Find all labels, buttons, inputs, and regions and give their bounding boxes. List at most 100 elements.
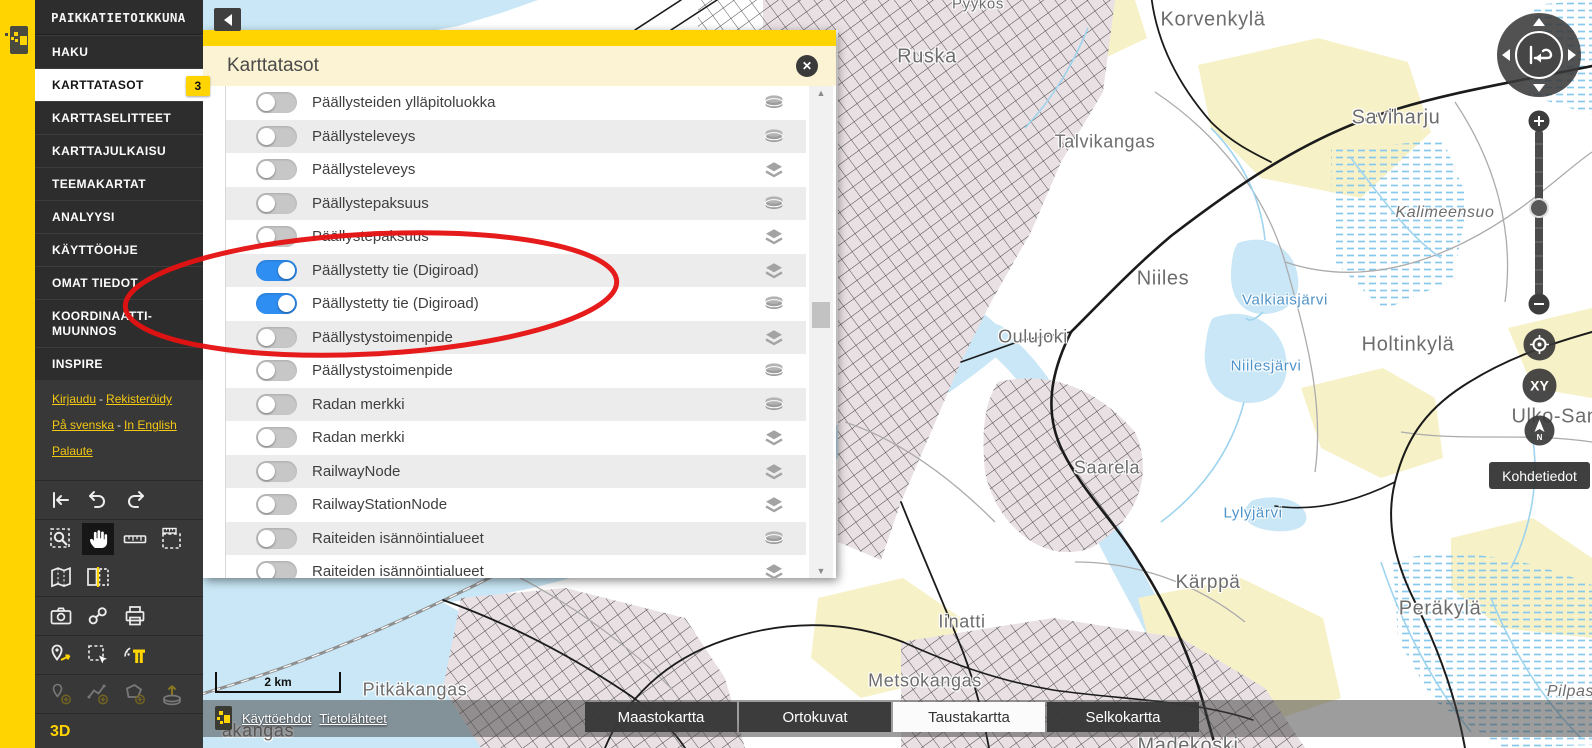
sidebar-item-omat-tiedot[interactable]: OMAT TIEDOT xyxy=(35,266,203,299)
sidebar-item-karttajulkaisu[interactable]: KARTTAJULKAISU xyxy=(35,134,203,167)
layer-toggle-off[interactable] xyxy=(256,528,297,549)
tool-group xyxy=(35,520,203,597)
layer-label: Raiteiden isännöintialueet xyxy=(312,563,764,578)
layer-label: Päällystystoimenpide xyxy=(312,362,764,379)
sidebar-item-analyysi[interactable]: ANALYYSI xyxy=(35,200,203,233)
map-area[interactable]: PyykösKorvenkyläRuskaSaviharjuTalvikanga… xyxy=(203,0,1592,748)
layer-toggle-off[interactable] xyxy=(256,226,297,247)
redo-tool[interactable] xyxy=(123,488,147,512)
terms-link[interactable]: Käyttöehdot xyxy=(242,711,311,726)
close-panel-button[interactable]: ✕ xyxy=(796,55,818,77)
undo-tool[interactable] xyxy=(86,488,110,512)
data-sources-link[interactable]: Tietolähteet xyxy=(319,711,386,726)
panel-scrollbar[interactable]: ▲ ▼ xyxy=(809,86,833,578)
layer-toggle-off[interactable] xyxy=(256,327,297,348)
select-features-tool[interactable] xyxy=(86,643,110,667)
scroll-up-icon[interactable]: ▲ xyxy=(809,86,833,100)
draw-line-icon xyxy=(86,682,110,706)
layer-row: Päällysteleveys xyxy=(226,153,806,187)
share-link-tool[interactable] xyxy=(86,604,110,628)
layer-toggle-off[interactable] xyxy=(256,427,297,448)
cylinder-layer-icon[interactable] xyxy=(764,195,784,212)
split-view-tool[interactable] xyxy=(86,565,110,589)
tool-group xyxy=(35,675,203,714)
collapse-panel-button[interactable] xyxy=(214,8,241,31)
layers-layer-icon[interactable] xyxy=(764,262,784,279)
layer-toggle-off[interactable] xyxy=(256,92,297,113)
layer-toggle-off[interactable] xyxy=(256,360,297,381)
scrollbar-thumb[interactable] xyxy=(812,302,830,328)
layers-layer-icon[interactable] xyxy=(764,329,784,346)
sidebar-item-k-ytt-ohje[interactable]: KÄYTTÖOHJE xyxy=(35,233,203,266)
pan-hand-tool[interactable] xyxy=(86,527,110,551)
layers-layer-icon[interactable] xyxy=(764,161,784,178)
compass-button[interactable]: N xyxy=(1524,415,1555,446)
my-location-button[interactable] xyxy=(1523,328,1556,361)
measure-distance-icon xyxy=(123,527,147,551)
zoom-slider-handle[interactable] xyxy=(1530,199,1548,217)
layer-toggle-off[interactable] xyxy=(256,394,297,415)
layer-row: Päällystepaksuus xyxy=(226,187,806,221)
layers-layer-icon[interactable] xyxy=(764,496,784,513)
layers-layer-icon[interactable] xyxy=(764,563,784,578)
cylinder-layer-icon[interactable] xyxy=(764,94,784,111)
login-link[interactable]: Kirjaudu xyxy=(52,392,96,406)
add-marker-tool[interactable] xyxy=(49,643,73,667)
map-place-label: Kärppä xyxy=(1176,572,1241,594)
sidebar-item-karttaselitteet[interactable]: KARTTASELITTEET xyxy=(35,101,203,134)
layer-label: Päällysteleveys xyxy=(312,161,764,178)
zoom-box-tool[interactable] xyxy=(49,527,73,551)
layers-layer-icon[interactable] xyxy=(764,228,784,245)
cylinder-layer-icon[interactable] xyxy=(764,530,784,547)
map-view-tool[interactable] xyxy=(49,565,73,589)
cylinder-layer-icon[interactable] xyxy=(764,362,784,379)
map-place-label: Pyykös xyxy=(952,0,1004,13)
measure-area-tool[interactable] xyxy=(160,527,184,551)
draw-area-icon xyxy=(123,682,147,706)
measure-distance-tool[interactable] xyxy=(123,527,147,551)
layer-toggle-off[interactable] xyxy=(256,193,297,214)
layers-layer-icon[interactable] xyxy=(764,463,784,480)
basemap-button-taustakartta[interactable]: Taustakartta xyxy=(893,702,1045,732)
scroll-down-icon[interactable]: ▼ xyxy=(809,564,833,578)
share-link-icon xyxy=(86,604,110,628)
tool-group xyxy=(35,481,203,520)
layer-toggle-off[interactable] xyxy=(256,461,297,482)
pan-history-tool[interactable] xyxy=(49,488,73,512)
feature-data-tool[interactable] xyxy=(123,643,147,667)
basemap-button-selkokartta[interactable]: Selkokartta xyxy=(1047,702,1199,732)
map-place-label: Saviharju xyxy=(1352,107,1441,130)
screenshot-tool[interactable] xyxy=(49,604,73,628)
sidebar-item-teemakartat[interactable]: TEEMAKARTAT xyxy=(35,167,203,200)
xy-coordinates-button[interactable]: XY xyxy=(1522,368,1557,403)
basemap-button-maastokartta[interactable]: Maastokartta xyxy=(585,702,737,732)
feedback-link[interactable]: Palaute xyxy=(52,444,93,458)
sidebar-item-haku[interactable]: HAKU xyxy=(35,35,203,68)
sidebar-item-karttatasot[interactable]: KARTTATASOT 3 xyxy=(35,68,203,101)
zoom-slider[interactable] xyxy=(1525,108,1553,318)
cylinder-layer-icon[interactable] xyxy=(764,396,784,413)
print-tool[interactable] xyxy=(123,604,147,628)
layer-toggle-off[interactable] xyxy=(256,159,297,180)
english-link[interactable]: In English xyxy=(124,418,177,432)
layer-label: Raiteiden isännöintialueet xyxy=(312,530,764,547)
sidebar-item-koordinaatti-[interactable]: KOORDINAATTI-MUUNNOS xyxy=(35,299,203,347)
register-link[interactable]: Rekisteröidy xyxy=(106,392,172,406)
basemap-button-ortokuvat[interactable]: Ortokuvat xyxy=(739,702,891,732)
pan-control[interactable] xyxy=(1495,11,1583,99)
layer-toggle-on[interactable] xyxy=(256,260,297,281)
cylinder-layer-icon[interactable] xyxy=(764,295,784,312)
app-logo-icon[interactable] xyxy=(2,24,32,58)
layer-toggle-off[interactable] xyxy=(256,494,297,515)
swedish-link[interactable]: På svenska xyxy=(52,418,114,432)
sidebar-item-inspire[interactable]: INSPIRE xyxy=(35,347,203,380)
layers-layer-icon[interactable] xyxy=(764,429,784,446)
nls-logo-icon xyxy=(213,705,234,731)
feature-data-icon xyxy=(123,643,147,667)
feature-info-tooltip[interactable]: Kohdetiedot xyxy=(1489,462,1590,489)
layer-toggle-off[interactable] xyxy=(256,561,297,578)
cylinder-layer-icon[interactable] xyxy=(764,128,784,145)
3d-view-link[interactable]: 3D xyxy=(35,714,203,741)
layer-toggle-off[interactable] xyxy=(256,126,297,147)
layer-toggle-on[interactable] xyxy=(256,293,297,314)
